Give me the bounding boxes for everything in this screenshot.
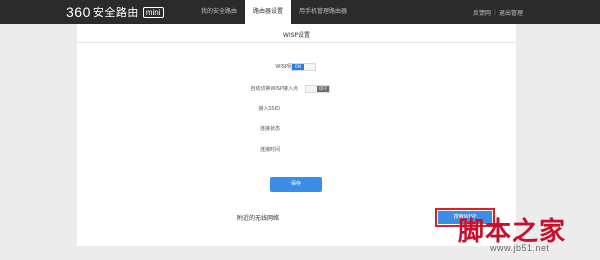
logo-mini-badge: mini xyxy=(142,6,164,18)
logo-text: 安全路由 xyxy=(92,6,139,19)
auto-switch-toggle[interactable]: OFF xyxy=(305,85,330,93)
watermark-url: www.jb51.net xyxy=(490,243,550,253)
top-right-links: 反馈网 | 退出管理 xyxy=(473,0,523,24)
nav-router-settings[interactable]: 路由器设置 xyxy=(245,0,292,24)
nearby-networks-title: 附近的无线网络 xyxy=(237,215,280,222)
connection-time-label: 连接时间 xyxy=(259,147,280,153)
panel-divider xyxy=(77,42,516,43)
logout-link[interactable]: 退出管理 xyxy=(499,8,523,17)
wisp-network-label: WISP网络 xyxy=(275,64,298,70)
panel-title: WISP设置 xyxy=(282,32,311,39)
logo: 360 安全路由 mini xyxy=(66,4,164,20)
ssid-label: 接入SSID xyxy=(258,106,280,112)
save-button[interactable]: 保存 xyxy=(270,177,322,192)
logo-number: 360 xyxy=(66,4,91,20)
toggle-off-label: OFF xyxy=(317,86,329,92)
toggle-on-label: ON xyxy=(292,64,304,70)
wisp-network-toggle[interactable]: ON xyxy=(291,63,316,71)
nav-mobile-manage[interactable]: 用手机管理路由器 xyxy=(291,0,355,24)
connection-status-label: 连接状态 xyxy=(259,126,280,132)
watermark: 脚 本 之 家 www.jb51.net xyxy=(450,205,600,260)
watermark-char: 脚 xyxy=(458,217,486,247)
nav-my-router[interactable]: 我的安全路由 xyxy=(193,0,245,24)
feedback-link[interactable]: 反馈网 xyxy=(473,8,491,17)
main-nav: 我的安全路由 路由器设置 用手机管理路由器 xyxy=(193,0,355,24)
link-separator: | xyxy=(493,8,496,16)
auto-switch-label: 自动切换WISP接入点 xyxy=(250,86,298,92)
top-navigation-bar: 360 安全路由 mini 我的安全路由 路由器设置 用手机管理路由器 反馈网 … xyxy=(0,0,600,24)
